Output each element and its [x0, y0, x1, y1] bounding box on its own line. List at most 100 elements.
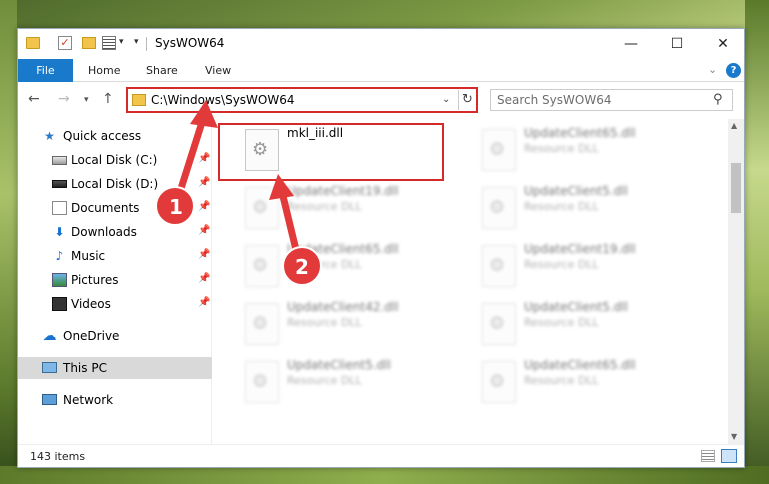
pin-icon[interactable]: 📌: [198, 249, 210, 260]
file-type: Resource DLL: [524, 258, 599, 271]
sidebar-item-label: Local Disk (C:): [71, 153, 158, 167]
properties-icon[interactable]: [102, 36, 116, 50]
sidebar-item-label: Pictures: [71, 273, 119, 287]
scroll-up-icon[interactable]: ▲: [731, 121, 737, 130]
scroll-down-icon[interactable]: ▼: [731, 432, 737, 441]
sidebar-item-label: This PC: [63, 361, 107, 375]
ribbon-tabs: File Home Share View ⌄ ?: [18, 59, 744, 82]
scroll-thumb[interactable]: [731, 163, 741, 213]
dll-file-icon: ⚙: [482, 361, 516, 403]
up-arrow-icon[interactable]: ↑: [102, 91, 114, 107]
desktop-background-bottom: [0, 466, 769, 484]
navigation-pane: ★ Quick access Local Disk (C:) 📌 Local D…: [18, 119, 212, 444]
sidebar-item-music[interactable]: ♪ Music 📌: [18, 245, 212, 267]
dll-file-icon: ⚙: [245, 361, 279, 403]
properties-check-icon[interactable]: ✓: [58, 36, 72, 50]
title-bar: ✓ ▾ ▾ SysWOW64 — ☐ ✕: [18, 29, 744, 59]
recent-locations-icon[interactable]: ▾: [84, 95, 89, 105]
vertical-scrollbar[interactable]: ▲ ▼: [728, 119, 744, 444]
desktop-background-left: [0, 0, 17, 484]
explorer-window: ✓ ▾ ▾ SysWOW64 — ☐ ✕ File Home Share Vie…: [17, 28, 745, 468]
back-arrow-icon[interactable]: ←: [28, 91, 40, 107]
customize-toolbar-icon[interactable]: ▾: [134, 37, 139, 55]
sidebar-item-label: OneDrive: [63, 329, 120, 343]
file-tile[interactable]: ⚙ UpdateClient19.dll Resource DLL: [476, 241, 696, 293]
sidebar-item-network[interactable]: Network: [18, 389, 212, 411]
desktop-background-right: [745, 0, 769, 484]
new-folder-icon[interactable]: [82, 37, 96, 49]
file-type: Resource DLL: [287, 374, 362, 387]
sidebar-item-local-disk-c[interactable]: Local Disk (C:) 📌: [18, 149, 212, 171]
computer-icon: [42, 362, 57, 373]
details-view-icon[interactable]: [701, 450, 715, 462]
search-box[interactable]: ⚲: [490, 89, 733, 111]
file-tile[interactable]: ⚙ UpdateClient5.dll Resource DLL: [239, 357, 459, 409]
help-icon[interactable]: ?: [726, 63, 741, 78]
file-type: Resource DLL: [287, 200, 362, 213]
file-name: UpdateClient19.dll: [287, 184, 399, 198]
folder-icon: [132, 94, 146, 106]
music-icon: ♪: [55, 249, 64, 263]
sidebar-item-pictures[interactable]: Pictures 📌: [18, 269, 212, 291]
tab-home[interactable]: Home: [88, 59, 120, 82]
pin-icon[interactable]: 📌: [198, 153, 210, 164]
file-tile[interactable]: ⚙ UpdateClient42.dll Resource DLL: [239, 299, 459, 351]
large-icons-view-icon[interactable]: [721, 449, 737, 463]
file-type: Resource DLL: [287, 316, 362, 329]
file-tile[interactable]: ⚙ UpdateClient65.dll Resource DLL: [476, 125, 696, 177]
dll-file-icon: ⚙: [482, 129, 516, 171]
close-button[interactable]: ✕: [700, 29, 746, 59]
file-name: UpdateClient42.dll: [287, 300, 399, 314]
pictures-icon: [52, 273, 67, 287]
dll-file-icon: ⚙: [482, 303, 516, 345]
address-path[interactable]: C:\Windows\SysWOW64: [151, 93, 295, 107]
pin-icon[interactable]: 📌: [198, 177, 210, 188]
sidebar-item-label: Documents: [71, 201, 140, 215]
videos-icon: [52, 297, 67, 311]
expand-ribbon-icon[interactable]: ⌄: [708, 63, 717, 76]
dll-file-icon: ⚙: [245, 187, 279, 229]
file-type: Resource DLL: [524, 142, 599, 155]
search-icon[interactable]: ⚲: [713, 92, 723, 107]
pin-icon[interactable]: 📌: [198, 273, 210, 284]
pin-icon[interactable]: 📌: [198, 225, 210, 236]
search-input[interactable]: [497, 93, 707, 107]
file-tile[interactable]: ⚙ UpdateClient65.dll Resource DLL: [239, 241, 459, 293]
sidebar-item-downloads[interactable]: ⬇ Downloads 📌: [18, 221, 212, 243]
maximize-button[interactable]: ☐: [654, 29, 700, 59]
dll-file-icon: ⚙: [482, 187, 516, 229]
minimize-button[interactable]: —: [608, 29, 654, 59]
sidebar-item-this-pc[interactable]: This PC: [18, 357, 212, 379]
chevron-down-icon[interactable]: ⌄: [442, 94, 450, 105]
file-tile[interactable]: ⚙ UpdateClient65.dll Resource DLL: [476, 357, 696, 409]
file-name: UpdateClient5.dll: [524, 300, 628, 314]
tab-view[interactable]: View: [205, 59, 231, 82]
dll-file-icon: ⚙: [245, 303, 279, 345]
navigation-bar: ← → ▾ ↑ C:\Windows\SysWOW64 ⌄ ↻ ⚲: [18, 83, 744, 117]
pin-icon[interactable]: 📌: [198, 201, 210, 212]
highlight-box: [218, 123, 444, 181]
sidebar-item-quick-access[interactable]: ★ Quick access: [18, 125, 212, 147]
sidebar-item-label: Local Disk (D:): [71, 177, 159, 191]
refresh-icon[interactable]: ↻: [458, 90, 476, 110]
file-name: UpdateClient65.dll: [287, 242, 399, 256]
title-separator: [146, 37, 147, 51]
chevron-down-icon[interactable]: ▾: [119, 37, 124, 55]
file-tile[interactable]: ⚙ UpdateClient19.dll Resource DLL: [239, 183, 459, 235]
file-tile[interactable]: ⚙ UpdateClient5.dll Resource DLL: [476, 299, 696, 351]
sidebar-item-label: Downloads: [71, 225, 137, 239]
sidebar-item-documents[interactable]: Documents 📌: [18, 197, 212, 219]
window-title: SysWOW64: [155, 36, 225, 50]
tab-file[interactable]: File: [18, 59, 73, 82]
sidebar-item-local-disk-d[interactable]: Local Disk (D:) 📌: [18, 173, 212, 195]
network-icon: [42, 394, 57, 405]
tab-share[interactable]: Share: [146, 59, 178, 82]
pin-icon[interactable]: 📌: [198, 297, 210, 308]
sidebar-item-onedrive[interactable]: ☁ OneDrive: [18, 325, 212, 347]
file-tile[interactable]: ⚙ UpdateClient5.dll Resource DLL: [476, 183, 696, 235]
forward-arrow-icon[interactable]: →: [58, 91, 70, 107]
sidebar-item-videos[interactable]: Videos 📌: [18, 293, 212, 315]
documents-icon: [52, 201, 67, 215]
file-name: UpdateClient5.dll: [287, 358, 391, 372]
address-bar[interactable]: C:\Windows\SysWOW64 ⌄ ↻: [126, 87, 478, 113]
